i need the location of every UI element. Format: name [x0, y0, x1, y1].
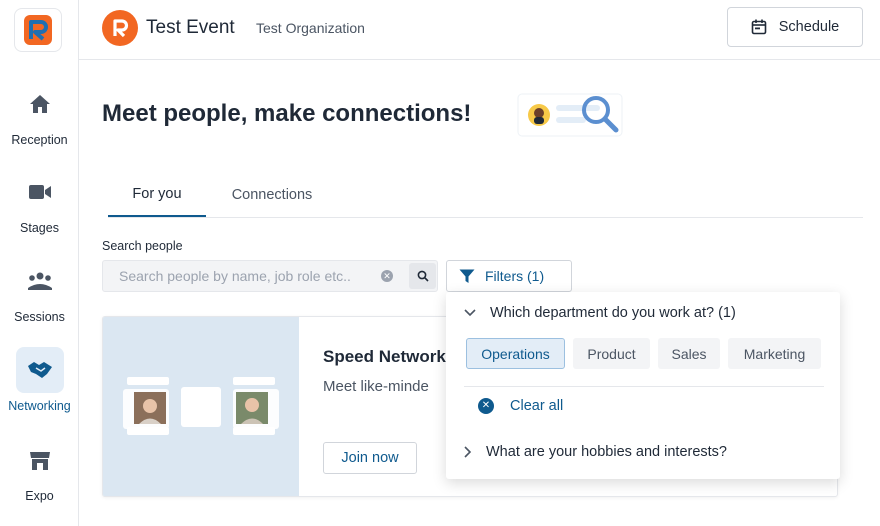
- search-box: ✕: [102, 260, 438, 292]
- tab-bar: For you Connections: [108, 172, 863, 218]
- tab-connections[interactable]: Connections: [216, 172, 328, 217]
- sidebar: Reception Stages Sessions Networking Exp…: [0, 0, 79, 526]
- search-input[interactable]: [103, 261, 373, 291]
- department-question[interactable]: Which department do you work at? (1): [464, 305, 736, 321]
- event-title: Test Event: [146, 17, 235, 38]
- option-label: Marketing: [743, 345, 806, 362]
- handshake-icon: [15, 347, 64, 393]
- top-bar: Test Event Test Organization Schedule: [79, 0, 880, 60]
- chevron-right-icon: [464, 446, 472, 458]
- clear-all-button[interactable]: ✕ Clear all: [478, 398, 563, 414]
- sidebar-item-label: Expo: [25, 489, 54, 503]
- sidebar-item-networking[interactable]: Networking: [0, 347, 79, 413]
- logo-icon: [24, 15, 52, 45]
- funnel-icon: [459, 269, 475, 283]
- sidebar-item-sessions[interactable]: Sessions: [0, 258, 79, 324]
- event-logo: [102, 10, 138, 46]
- sidebar-item-label: Reception: [11, 133, 68, 147]
- schedule-label: Schedule: [778, 19, 840, 35]
- search-button[interactable]: [409, 263, 436, 289]
- hobbies-question[interactable]: What are your hobbies and interests?: [464, 444, 727, 460]
- option-operations[interactable]: Operations: [466, 338, 565, 369]
- app-logo[interactable]: [14, 8, 62, 52]
- join-now-button[interactable]: Join now: [323, 442, 417, 474]
- home-icon: [16, 81, 64, 127]
- schedule-button[interactable]: Schedule: [727, 7, 863, 47]
- filters-button[interactable]: Filters (1): [446, 260, 572, 292]
- page-title: Meet people, make connections!: [102, 100, 472, 127]
- option-label: Product: [587, 345, 636, 362]
- option-label: Sales: [671, 345, 707, 362]
- search-people-illustration: [516, 92, 626, 138]
- divider: [464, 386, 824, 387]
- option-label: Operations: [481, 345, 550, 362]
- sidebar-item-label: Networking: [8, 399, 71, 413]
- close-circle-icon: ✕: [478, 398, 494, 414]
- question-label: What are your hobbies and interests?: [486, 444, 727, 460]
- sidebar-item-expo[interactable]: Expo: [0, 437, 79, 503]
- filter-dropdown: Which department do you work at? (1) Ope…: [446, 292, 840, 479]
- sidebar-item-label: Stages: [20, 221, 59, 235]
- people-group-icon: [16, 258, 64, 304]
- brand-r-icon: [113, 19, 129, 38]
- option-sales[interactable]: Sales: [658, 338, 720, 369]
- option-product[interactable]: Product: [573, 338, 650, 369]
- chevron-down-icon: [464, 309, 476, 317]
- card-title: Speed Network: [323, 347, 446, 366]
- video-camera-icon: [16, 169, 64, 215]
- tab-for-you[interactable]: For you: [108, 172, 206, 217]
- sidebar-item-stages[interactable]: Stages: [0, 169, 79, 235]
- storefront-icon: [16, 437, 64, 483]
- clear-all-label: Clear all: [510, 398, 564, 414]
- search-icon: [417, 270, 429, 282]
- sidebar-item-reception[interactable]: Reception: [0, 81, 79, 147]
- search-label: Search people: [102, 239, 183, 253]
- networking-illustration: [103, 317, 299, 496]
- option-marketing[interactable]: Marketing: [728, 338, 821, 369]
- filters-label: Filters (1): [485, 268, 545, 284]
- calendar-icon: [751, 19, 767, 35]
- sidebar-item-label: Sessions: [14, 310, 65, 324]
- organization-name: Test Organization: [256, 20, 365, 36]
- tab-label: For you: [132, 185, 182, 202]
- question-label: Which department do you work at? (1): [490, 305, 736, 321]
- card-description: Meet like-minde: [323, 378, 429, 395]
- tab-label: Connections: [231, 186, 313, 203]
- clear-search-icon[interactable]: ✕: [381, 270, 393, 282]
